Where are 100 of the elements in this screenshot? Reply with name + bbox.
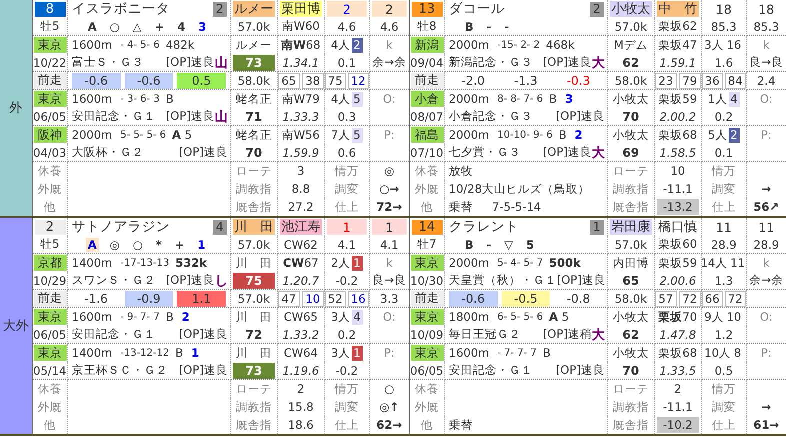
race-number: 1 bbox=[191, 346, 200, 360]
race-time: 1.33.3 bbox=[278, 108, 325, 126]
popularity: 3人 bbox=[331, 310, 350, 324]
rating-value: 69 bbox=[622, 144, 640, 160]
passing-order: - 4- 5- 6 bbox=[120, 40, 160, 50]
course-label: 南W79 bbox=[278, 90, 325, 108]
time-diff: 0.1 bbox=[702, 144, 747, 162]
info-label: 他 bbox=[33, 416, 68, 434]
prediction-mark: + bbox=[174, 238, 186, 252]
split-value: 16 bbox=[348, 290, 369, 306]
jockey-name: 川 田 bbox=[231, 254, 278, 272]
index-label: 調教指 bbox=[231, 398, 278, 416]
race-number: 2 bbox=[182, 310, 190, 324]
index-label: 調変 bbox=[325, 180, 370, 198]
info-text: 放牧 bbox=[445, 162, 608, 180]
sex-age: 牡8 bbox=[410, 18, 445, 36]
jockey-label: 岩田康 bbox=[610, 219, 652, 235]
index-label: 調変 bbox=[325, 398, 370, 416]
race-note: B bbox=[166, 310, 174, 324]
trend-mark: 72→ bbox=[376, 199, 404, 216]
passing-order: 5- 4- 5- 7 bbox=[497, 258, 544, 268]
race-class: [OP]速良 bbox=[179, 145, 228, 160]
last-race-label: 前走 bbox=[410, 72, 444, 88]
note-label: P: bbox=[383, 345, 396, 362]
popularity: 14人 bbox=[702, 256, 728, 270]
race-name: 安田記念・Ｇ１ bbox=[449, 363, 533, 378]
race-note: 500k bbox=[549, 256, 581, 270]
odds-value: 4.6 bbox=[370, 18, 409, 36]
horse-name[interactable]: ダコール bbox=[449, 0, 590, 18]
popularity: 4人 bbox=[331, 92, 350, 106]
race-name: 新潟記念・Ｇ３ bbox=[449, 55, 533, 70]
note-label: P: bbox=[760, 345, 773, 362]
race-distance: 2000m bbox=[449, 92, 490, 106]
index-label: 仕上 bbox=[325, 198, 370, 216]
odds-rank: 1 bbox=[327, 219, 367, 235]
race-name: 七夕賞・Ｇ３ bbox=[449, 145, 521, 160]
race-number: 3 bbox=[565, 92, 574, 106]
finish-rank: 16 bbox=[726, 38, 742, 52]
finish-rank: 8 bbox=[733, 346, 742, 360]
horse-name[interactable]: サトノアラジン bbox=[72, 218, 213, 236]
venue-label: 東京 bbox=[34, 91, 66, 107]
rating-value: 71 bbox=[244, 108, 264, 124]
venue-label: 東京 bbox=[34, 345, 66, 361]
odds-value: 4.1 bbox=[325, 236, 370, 254]
prediction-mark: A bbox=[86, 238, 99, 252]
rank-badge: 2 bbox=[213, 2, 227, 16]
prediction-mark: - bbox=[486, 20, 493, 34]
jockey-name: 小牧太 bbox=[608, 344, 655, 362]
trend-mark: ○→ bbox=[378, 181, 400, 198]
course-label: 栗坂59 bbox=[655, 90, 702, 108]
race-class: [OP]速良 bbox=[557, 273, 606, 288]
horse-name[interactable]: クラレント bbox=[449, 218, 590, 236]
venue-label: 東京 bbox=[34, 37, 66, 53]
passing-order: 5- 5- 5- 6 bbox=[120, 130, 166, 140]
condition-label: 良→良 bbox=[747, 54, 786, 72]
popularity: 3人 bbox=[704, 38, 724, 52]
index-label: 情万 bbox=[702, 162, 747, 180]
trainer-label: 橋口慎 bbox=[658, 219, 698, 235]
jockey-name: 川 田 bbox=[231, 344, 278, 362]
index-value: 2 bbox=[673, 381, 683, 397]
note-label: k bbox=[762, 37, 771, 54]
prediction-mark: B bbox=[464, 238, 475, 252]
popularity: 9人 bbox=[704, 310, 724, 324]
info-label: 外厩 bbox=[410, 180, 445, 198]
popularity: 1人 bbox=[708, 92, 728, 106]
prediction-mark: A bbox=[87, 20, 98, 34]
venue-label: 福島 bbox=[410, 127, 444, 143]
race-note: 468k bbox=[546, 38, 575, 52]
race-time: 1.33.2 bbox=[278, 326, 325, 344]
trend-mark: → bbox=[760, 181, 772, 198]
time-diff: 0.2 bbox=[325, 326, 370, 344]
race-class: [OP]速良 し bbox=[166, 272, 228, 289]
race-name: 富士Ｓ・Ｇ３ bbox=[72, 55, 144, 70]
horse-number: 14 bbox=[412, 220, 442, 234]
weight-value: 57.0k bbox=[231, 18, 278, 36]
index-label: 調教指 bbox=[608, 398, 655, 416]
group-label: 大外 bbox=[0, 218, 33, 434]
jockey-name: 小牧太 bbox=[608, 126, 655, 144]
prediction-mark: ▽ bbox=[504, 238, 514, 252]
rating-value: 73 bbox=[233, 362, 275, 378]
split-value: 10 bbox=[302, 290, 324, 306]
diff-value: -1.6 bbox=[84, 290, 110, 306]
venue-label: 東京 bbox=[410, 309, 444, 325]
time-diff: 1.3 bbox=[702, 272, 747, 290]
diff-value: -0.3 bbox=[566, 72, 592, 88]
diff-value: 0.5 bbox=[177, 72, 226, 88]
race-time: 1.59.1 bbox=[655, 54, 702, 72]
info-label: 休養 bbox=[33, 162, 68, 180]
index-value: 27.2 bbox=[287, 199, 315, 215]
horse-name[interactable]: イスラボニータ bbox=[72, 0, 213, 18]
course-label: 南W56 bbox=[278, 126, 325, 144]
race-time: 2.00.6 bbox=[655, 272, 702, 290]
passing-order: - 9- 7- 7 bbox=[120, 312, 160, 322]
prediction-mark: - bbox=[486, 238, 493, 252]
race-date: 08/07 bbox=[410, 108, 445, 126]
weight-value: 58.0k bbox=[608, 72, 655, 90]
race-distance: 1800m bbox=[449, 310, 490, 324]
diff-value: -0.8 bbox=[566, 290, 592, 306]
jockey-name: 内田博 bbox=[608, 254, 655, 272]
last-race-label: 前走 bbox=[34, 290, 66, 306]
